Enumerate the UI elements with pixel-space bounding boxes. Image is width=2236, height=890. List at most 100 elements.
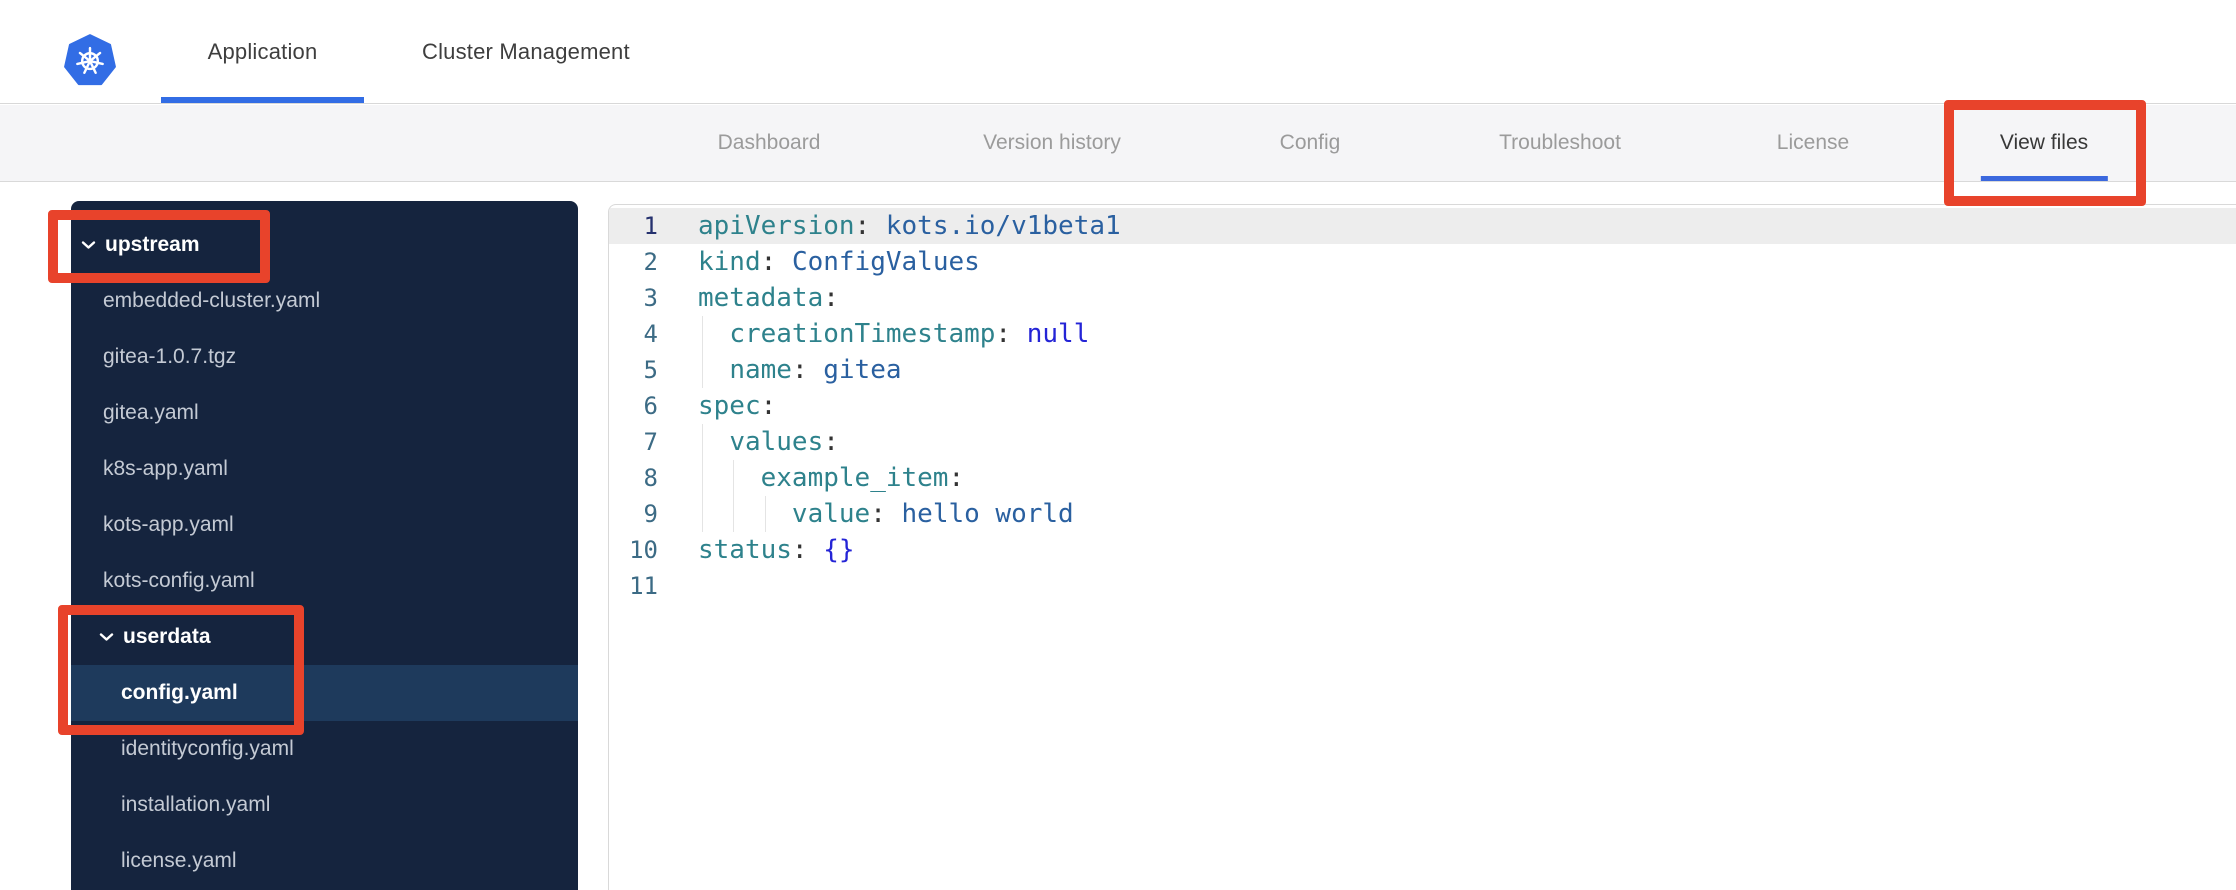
code-line-1: 1 apiVersion: kots.io/v1beta1: [609, 208, 2236, 244]
folder-label: userdata: [123, 625, 211, 648]
token-p: :: [948, 463, 965, 493]
chevron-down-icon: [81, 240, 96, 250]
file-label: gitea-1.0.7.tgz: [103, 345, 237, 368]
code-line-5: 5 name: gitea: [609, 352, 2236, 388]
file-content-viewer[interactable]: 1 apiVersion: kots.io/v1beta1 2 kind: Confi…: [608, 204, 2236, 890]
tree-folder-upstream[interactable]: upstream: [71, 217, 578, 273]
token-p: :: [791, 355, 808, 385]
code-line-content: kind: ConfigValues: [698, 244, 2236, 280]
header-tabs: Application Cluster Management: [161, 0, 630, 104]
code-line-11: 11: [609, 568, 2236, 604]
tree-file-kots-app-yaml[interactable]: kots-app.yaml: [71, 497, 578, 553]
file-label: kots-config.yaml: [103, 569, 255, 592]
line-number: 7: [643, 428, 658, 456]
indent-guide: [764, 496, 766, 532]
token-p: :: [760, 391, 777, 421]
file-label: config.yaml: [121, 681, 238, 704]
header-tab-application[interactable]: Application: [161, 0, 364, 104]
code-line-4: 4 creationTimestamp: null: [609, 316, 2236, 352]
token-p: :: [854, 211, 871, 241]
tree-file-installation-yaml[interactable]: installation.yaml: [71, 777, 578, 833]
line-number: 6: [643, 392, 658, 420]
code-line-6: 6 spec:: [609, 388, 2236, 424]
token-key: name: [729, 355, 792, 385]
token-key: kind: [698, 247, 761, 277]
line-number: 5: [643, 356, 658, 384]
token-const: null: [1026, 319, 1090, 349]
code-line-content: metadata:: [698, 280, 2236, 316]
code-line-content: values:: [698, 424, 2236, 460]
token-p: :: [823, 283, 839, 313]
token-key: example_item: [760, 463, 949, 493]
token-key: metadata: [698, 283, 824, 313]
code-line-content: spec:: [698, 388, 2236, 424]
token-key: status: [698, 535, 792, 565]
token-key: value: [791, 499, 871, 529]
file-label: kots-app.yaml: [103, 513, 234, 536]
code-line-content: value: hello world: [698, 496, 2236, 532]
subnav-tab-troubleshoot[interactable]: Troubleshoot: [1499, 105, 1621, 181]
indent-guide: [733, 460, 735, 496]
file-label: embedded-cluster.yaml: [103, 289, 321, 312]
token-val: hello world: [901, 499, 1074, 529]
app-subnav: Dashboard Version history Config Troublesho…: [0, 105, 2236, 182]
subnav-tab-config[interactable]: Config: [1280, 105, 1341, 181]
code-line-9: 9 value: hello world: [609, 496, 2236, 532]
tree-file-gitea-yaml[interactable]: gitea.yaml: [71, 385, 578, 441]
subnav-tab-dashboard[interactable]: Dashboard: [718, 105, 821, 181]
code-line-8: 8 example_item:: [609, 460, 2236, 496]
code-line-10: 10 status: {}: [609, 532, 2236, 568]
tree-file-identityconfig-yaml[interactable]: identityconfig.yaml: [71, 721, 578, 777]
indent-guide: [702, 496, 703, 532]
token-val: kots.io/v1beta1: [885, 211, 1121, 241]
app-header: Application Cluster Management: [0, 0, 2236, 104]
code-line-7: 7 values:: [609, 424, 2236, 460]
indent-guide: [702, 460, 703, 496]
tree-file-license-yaml[interactable]: license.yaml: [71, 833, 578, 889]
code-line-3: 3 metadata:: [609, 280, 2236, 316]
token-key: creationTimestamp: [729, 319, 996, 349]
code-line-content: [698, 568, 2236, 604]
subnav-tab-version-history[interactable]: Version history: [983, 105, 1121, 181]
tree-file-config-yaml[interactable]: config.yaml: [71, 665, 578, 721]
line-number: 3: [643, 284, 658, 312]
subnav-tab-view-files[interactable]: View files: [1980, 105, 2109, 181]
header-tab-cluster-management[interactable]: Cluster Management: [422, 0, 630, 104]
line-number: 1: [643, 212, 658, 240]
line-number: 2: [643, 248, 658, 276]
token-p: :: [791, 535, 808, 565]
token-key: values: [729, 427, 824, 457]
token-p: :: [870, 499, 886, 529]
token-p: :: [760, 247, 777, 277]
code-line-2: 2 kind: ConfigValues: [609, 244, 2236, 280]
line-number: 4: [643, 320, 658, 348]
tree-folder-userdata[interactable]: userdata: [71, 609, 578, 665]
token-p: :: [823, 427, 839, 457]
file-label: installation.yaml: [121, 793, 271, 816]
tree-file-gitea-1-0-7-tgz[interactable]: gitea-1.0.7.tgz: [71, 329, 578, 385]
chevron-down-icon: [99, 632, 114, 642]
line-number: 11: [629, 572, 658, 600]
token-p: :: [995, 319, 1012, 349]
code-line-content: creationTimestamp: null: [698, 316, 2236, 352]
token-key: apiVersion: [698, 211, 855, 241]
subnav-tab-license[interactable]: License: [1777, 105, 1849, 181]
token-val: ConfigValues: [791, 247, 980, 277]
tree-file-embedded-cluster-yaml[interactable]: embedded-cluster.yaml: [71, 273, 578, 329]
line-number: 8: [643, 464, 658, 492]
file-label: k8s-app.yaml: [103, 457, 228, 480]
indent-guide: [733, 496, 735, 532]
indent-guide: [702, 424, 703, 460]
tree-file-k8s-app-yaml[interactable]: k8s-app.yaml: [71, 441, 578, 497]
file-tree-sidebar: upstream embedded-cluster.yaml gitea-1.0.7…: [71, 201, 578, 890]
tree-file-kots-config-yaml[interactable]: kots-config.yaml: [71, 553, 578, 609]
folder-label: upstream: [105, 233, 200, 256]
file-label: gitea.yaml: [103, 401, 199, 424]
